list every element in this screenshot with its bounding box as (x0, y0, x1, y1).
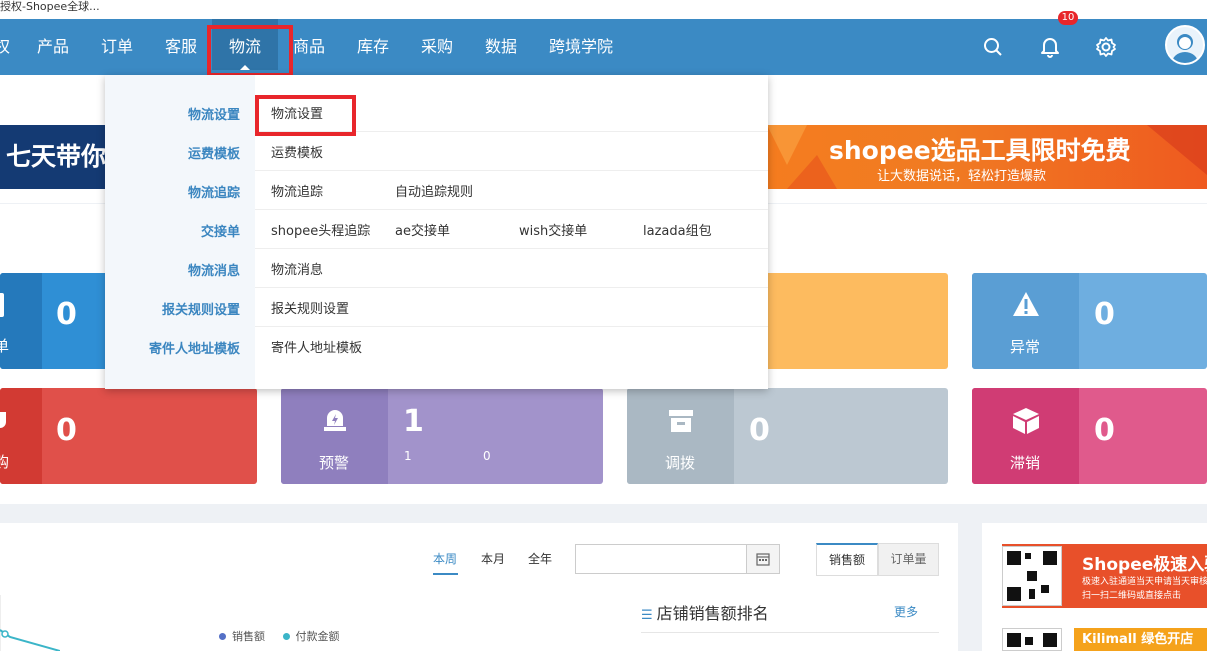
dropdown-category-logistics-settings: 物流设置 (187, 108, 240, 123)
browser-tab-title: 授权-Shopee全球... (0, 0, 1207, 19)
legend-dot-sales (219, 633, 226, 640)
dropdown-row: 报关规则设置 (255, 288, 768, 327)
ad-shopee-sub2: 扫一扫二维码或直接点击 (1082, 591, 1182, 601)
ad-kilimall-title: Kilimall 绿色开店 (1074, 628, 1207, 651)
warning-icon (1012, 291, 1040, 321)
box-icon (1011, 406, 1041, 440)
stat-label: 单 (0, 337, 10, 355)
tab-this-month[interactable]: 本月 (481, 550, 505, 567)
dropdown-row: 运费模板 (255, 132, 768, 171)
qr-code-icon (1002, 546, 1062, 606)
stat-label: 调拨 (665, 454, 696, 472)
stat-card-transfer[interactable]: 调拨 0 (627, 388, 948, 484)
legend-dot-paid (282, 633, 290, 640)
nav-item-truncated[interactable]: 权 (0, 19, 10, 75)
dropdown-row: 物流消息 (255, 249, 768, 288)
dropdown-row: 物流追踪 自动追踪规则 (255, 171, 768, 210)
menu-item-logistics-messages[interactable]: 物流消息 (271, 259, 323, 278)
segment-divider (816, 575, 939, 576)
menu-item-wish-handover[interactable]: wish交接单 (519, 220, 587, 239)
stat-sub-value-2: 0 (483, 449, 491, 463)
alert-icon (322, 406, 348, 438)
menu-item-customs-rules[interactable]: 报关规则设置 (271, 298, 349, 317)
tab-active-underline (433, 573, 458, 575)
dropdown-category-customs: 报关规则设置 (161, 303, 240, 318)
search-icon[interactable] (979, 33, 1007, 61)
stat-value: 0 (56, 413, 77, 448)
menu-item-auto-tracking-rules[interactable]: 自动追踪规则 (395, 181, 473, 200)
ad-shopee-sub1: 极速入驻通道当天申请当天审核 (1082, 577, 1207, 587)
nav-item-purchase[interactable]: 采购 (421, 19, 453, 75)
store-icon (667, 408, 695, 438)
menu-item-tracking[interactable]: 物流追踪 (271, 181, 323, 200)
top-nav: 权 产品 订单 客服 物流 商品 库存 采购 数据 跨境学院 (0, 19, 1207, 75)
legend-sales: 销售额 (232, 630, 265, 643)
stat-label: 异常 (1010, 338, 1041, 356)
stat-value: 0 (749, 413, 770, 448)
nav-item-orders[interactable]: 订单 (101, 19, 133, 75)
stat-value: 1 (403, 404, 424, 439)
stat-value: 0 (1094, 413, 1115, 448)
dropdown-category-sender-address: 寄件人地址模板 (148, 342, 240, 357)
chart-line-fragment (0, 595, 60, 651)
qr-code-icon (1002, 628, 1062, 651)
ad-shopee[interactable]: Shopee极速入驻 极速入驻通道当天申请当天审核 扫一扫二维码或直接点击 (1002, 544, 1207, 608)
stat-label: 预警 (319, 454, 350, 472)
dropdown-category-freight-template: 运费模板 (187, 147, 240, 162)
stat-card-exception[interactable]: 异常 0 (972, 273, 1207, 369)
avatar[interactable] (1165, 25, 1205, 65)
highlight-box-menu (255, 95, 356, 136)
stat-label: 购 (0, 453, 10, 471)
list-icon: ☰ (641, 608, 653, 623)
ranking-more-link[interactable]: 更多 (894, 603, 918, 620)
nav-item-goods[interactable]: 商品 (293, 19, 325, 75)
stat-sub-value-1: 1 (404, 449, 412, 463)
banner-left[interactable]: 七天带你 (0, 125, 110, 189)
dropdown-row: shopee头程追踪 ae交接单 wish交接单 lazada组包 (255, 210, 768, 249)
segment-orders[interactable]: 订单量 (878, 543, 939, 576)
banner-right[interactable]: shopee选品工具限时免费 让大数据说话，轻松打造爆款 (767, 125, 1207, 189)
tab-this-week[interactable]: 本周 (433, 550, 457, 567)
nav-item-academy[interactable]: 跨境学院 (549, 19, 613, 75)
nav-item-inventory[interactable]: 库存 (357, 19, 389, 75)
logistics-dropdown: 物流设置 运费模板 物流追踪 交接单 物流消息 报关规则设置 寄件人地址模板 物… (105, 75, 768, 389)
stat-card-slow-selling[interactable]: 滞销 0 (972, 388, 1207, 484)
dropdown-category-handover: 交接单 (200, 225, 240, 240)
banner-right-title: shopee选品工具限时免费 (829, 136, 1131, 165)
menu-item-lazada-package[interactable]: lazada组包 (643, 220, 712, 239)
stat-value: 0 (1094, 297, 1115, 332)
chart-legend: 销售额 付款金额 (219, 628, 340, 644)
nav-item-products[interactable]: 产品 (37, 19, 69, 75)
calendar-icon[interactable] (746, 544, 780, 574)
nav-item-data[interactable]: 数据 (485, 19, 517, 75)
nav-item-service[interactable]: 客服 (165, 19, 197, 75)
banner-right-subtitle: 让大数据说话，轻松打造爆款 (877, 169, 1047, 184)
menu-item-sender-address[interactable]: 寄件人地址模板 (271, 337, 362, 356)
menu-item-ae-handover[interactable]: ae交接单 (395, 220, 450, 239)
tab-full-year[interactable]: 全年 (528, 550, 552, 567)
doc-icon (0, 293, 4, 317)
dropdown-row: 寄件人地址模板 (255, 327, 768, 366)
menu-item-shopee-tracking[interactable]: shopee头程追踪 (271, 220, 370, 239)
legend-paid: 付款金额 (295, 630, 340, 643)
notification-badge: 10 (1058, 11, 1078, 25)
dropdown-category-messages: 物流消息 (187, 264, 240, 279)
ad-shopee-title: Shopee极速入驻 (1082, 555, 1207, 575)
ranking-title-row: ☰ 店铺销售额排名 (641, 600, 769, 624)
stat-label: 滞销 (1010, 454, 1041, 472)
stat-card-purchase[interactable]: 购 0 (0, 388, 257, 484)
highlight-box-nav (207, 25, 293, 77)
ranking-divider (641, 632, 939, 633)
stat-card-orders[interactable]: 单 0 (0, 273, 110, 369)
ranking-title: 店铺销售额排名 (656, 604, 769, 623)
segment-sales[interactable]: 销售额 (816, 543, 878, 576)
ad-kilimall[interactable]: Kilimall 绿色开店 (1002, 628, 1207, 651)
gear-icon[interactable] (1092, 33, 1120, 61)
stat-value: 0 (56, 297, 77, 332)
menu-item-freight-template[interactable]: 运费模板 (271, 142, 323, 161)
stat-card-warning[interactable]: 预警 1 1 0 (281, 388, 603, 484)
bell-icon[interactable] (1036, 33, 1064, 61)
dropdown-category-tracking: 物流追踪 (187, 186, 240, 201)
